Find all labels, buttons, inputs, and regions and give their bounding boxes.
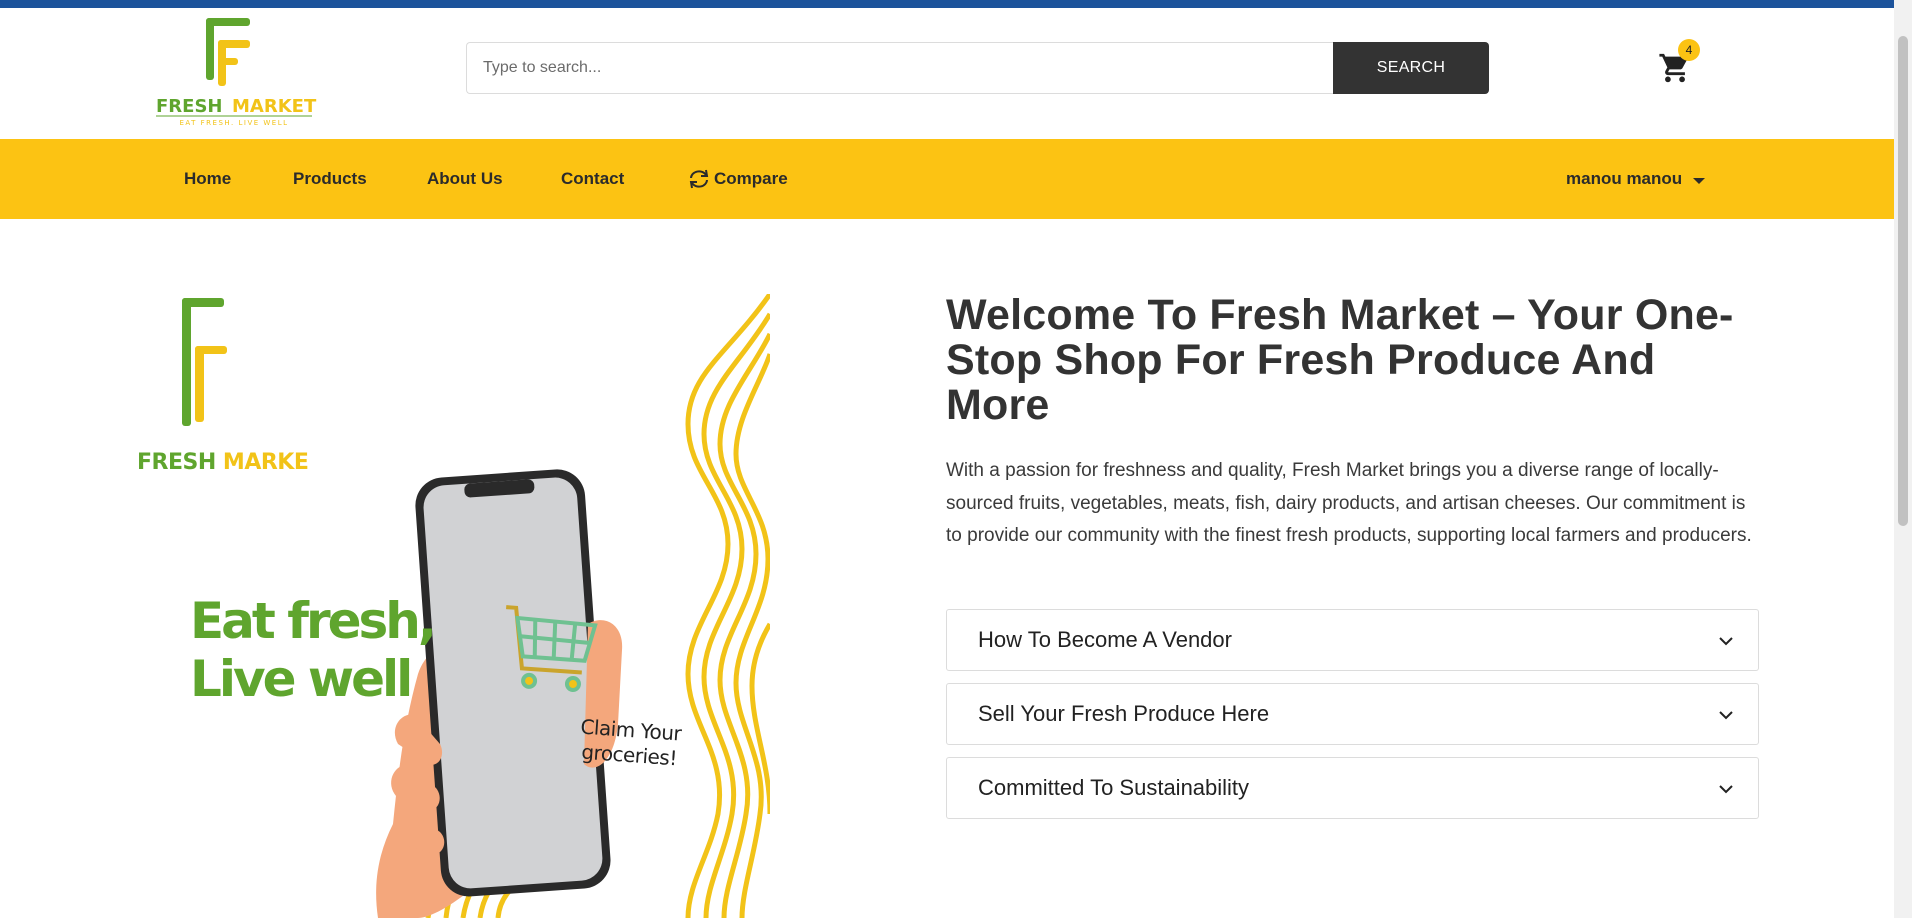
chevron-down-icon — [1719, 637, 1733, 646]
accordion-become-vendor[interactable]: How To Become A Vendor — [946, 609, 1759, 671]
hero-slogan: Eat fresh, Live well — [190, 592, 437, 708]
site-logo[interactable]: FRESH MARKET EAT FRESH. LIVE WELL — [152, 12, 322, 136]
search-input[interactable] — [466, 42, 1333, 94]
nav-item-label: Home — [184, 169, 232, 188]
logo-word-fresh: FRESH — [156, 96, 222, 117]
chevron-down-icon — [1719, 711, 1733, 720]
intro-paragraph: With a passion for freshness and quality… — [946, 460, 1752, 546]
hero-brand-text: FRESH MARKE — [137, 450, 309, 475]
slogan-line-2: Live well — [190, 650, 413, 708]
top-accent-stripe — [0, 0, 1894, 8]
nav-item-label: Compare — [714, 169, 788, 188]
accordion-sustainability[interactable]: Committed To Sustainability — [946, 757, 1759, 819]
accordion-title: Sell Your Fresh Produce Here — [978, 701, 1270, 726]
logo-word-market: MARKET — [232, 96, 317, 117]
user-name: manou manou — [1566, 169, 1683, 188]
cart-count-badge: 4 — [1678, 39, 1700, 61]
refresh-icon — [689, 169, 709, 189]
nav-item-label: Contact — [561, 169, 625, 188]
search-bar: SEARCH — [466, 42, 1489, 94]
caret-down-icon — [1693, 177, 1706, 184]
chevron-down-icon — [1719, 785, 1733, 794]
nav-item-label: Products — [293, 169, 367, 188]
nav-item-contact[interactable]: Contact — [561, 139, 624, 219]
scrollbar-thumb[interactable] — [1898, 36, 1908, 526]
nav-item-compare[interactable]: Compare — [686, 139, 788, 219]
user-menu[interactable]: manou manou — [1566, 139, 1706, 219]
accordion-title: How To Become A Vendor — [978, 627, 1232, 652]
accordion-sell-produce[interactable]: Sell Your Fresh Produce Here — [946, 683, 1759, 745]
main-nav: Home Products About Us Contact Compare m… — [0, 139, 1894, 219]
fresh-market-logo-icon: FRESH MARKET EAT FRESH. LIVE WELL — [156, 18, 317, 127]
logo-tagline: EAT FRESH. LIVE WELL — [179, 119, 288, 127]
slogan-line-1: Eat fresh, — [190, 592, 437, 650]
brand-part-yellow: MARKE — [222, 450, 309, 475]
phone-screen-text: Claim Your groceries! — [570, 714, 689, 772]
nav-item-home[interactable]: Home — [184, 139, 231, 219]
page-title: Welcome To Fresh Market – Your One-Stop … — [946, 291, 1734, 429]
brand-part-green: FRESH — [137, 450, 223, 475]
nav-item-products[interactable]: Products — [293, 139, 367, 219]
nav-item-about-us[interactable]: About Us — [427, 139, 503, 219]
search-button[interactable]: SEARCH — [1333, 42, 1489, 94]
site-header: FRESH MARKET EAT FRESH. LIVE WELL SEARCH… — [0, 8, 1894, 139]
nav-item-label: About Us — [427, 169, 503, 188]
page-scrollbar[interactable] — [1894, 0, 1912, 918]
accordion-title: Committed To Sustainability — [978, 775, 1250, 800]
